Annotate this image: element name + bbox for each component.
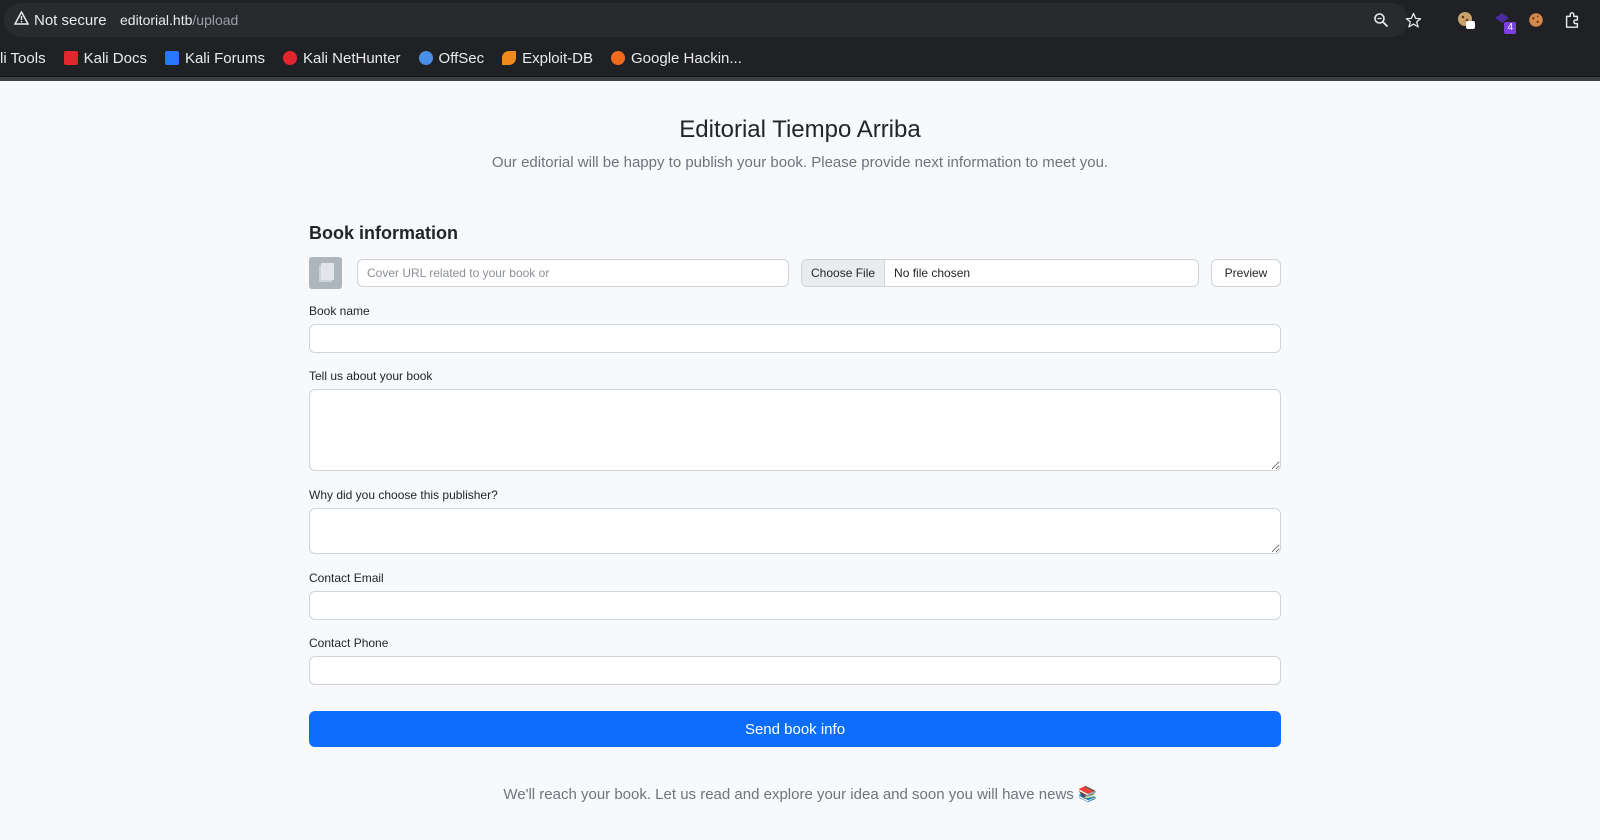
section-title: Book information — [309, 223, 458, 243]
email-label: Contact Email — [309, 571, 384, 585]
url-text[interactable]: editorial.htb/upload — [120, 10, 238, 30]
email-field[interactable] — [309, 591, 1281, 620]
bookmark-ghdb[interactable]: Google Hackin... — [610, 49, 742, 67]
bookmark-label: Kali Forums — [184, 49, 265, 67]
preview-button[interactable]: Preview — [1211, 259, 1281, 287]
cover-url-input[interactable] — [357, 259, 789, 287]
book-name-label: Book name — [309, 304, 370, 318]
about-textarea[interactable] — [309, 389, 1281, 471]
bookmark-kali-tools[interactable]: li Tools — [0, 50, 46, 67]
page-lead: Our editorial will be happy to publish y… — [491, 154, 1109, 171]
file-status: No file chosen — [894, 266, 971, 280]
bookmark-kali-docs[interactable]: Kali Docs — [63, 49, 147, 67]
cover-row: Choose File No file chosen Preview — [309, 257, 1281, 289]
book-form: Book information Choose File No file cho… — [309, 221, 1281, 747]
puzzle-extension-icon[interactable]: 4 — [1492, 10, 1516, 34]
url-host: editorial.htb — [120, 12, 193, 28]
phone-field[interactable] — [309, 656, 1281, 685]
choose-file-button[interactable]: Choose File — [802, 260, 886, 286]
bookmark-offsec[interactable]: OffSec — [418, 49, 485, 67]
security-label: Not secure — [34, 11, 107, 29]
about-label: Tell us about your book — [309, 369, 433, 383]
page-header: Editorial Tiempo Arriba Our editorial wi… — [0, 115, 1600, 173]
page-title: Editorial Tiempo Arriba — [679, 116, 921, 143]
why-publisher-label: Why did you choose this publisher? — [309, 488, 498, 502]
warning-icon — [13, 10, 30, 29]
bookmark-kali-nethunter[interactable]: Kali NetHunter — [282, 49, 401, 67]
ghdb-icon — [610, 51, 625, 65]
bookmarks-bar: li Tools Kali Docs Kali Forums Kali NetH… — [0, 40, 1600, 76]
book-name-input[interactable] — [309, 324, 1281, 353]
bookmark-label: Google Hackin... — [630, 49, 742, 67]
bookmark-label: li Tools — [0, 49, 46, 67]
browser-toolbar: Not secure editorial.htb/upload 4 — [0, 0, 1600, 40]
kali-docs-icon — [63, 51, 78, 65]
exploit-db-icon — [502, 51, 517, 65]
footer-note: We'll reach your book. Let us read and e… — [503, 786, 1097, 803]
extension-badge: 4 — [1504, 22, 1516, 34]
document-icon — [318, 263, 334, 282]
security-indicator[interactable]: Not secure — [13, 10, 107, 30]
why-publisher-textarea[interactable] — [309, 508, 1281, 554]
toolbar-divider — [0, 76, 1600, 81]
kali-forums-icon — [164, 51, 179, 65]
cover-file-input[interactable]: Choose File No file chosen — [801, 259, 1199, 287]
url-path: /upload — [192, 12, 239, 28]
cookie-editor-icon[interactable] — [1526, 10, 1546, 30]
kali-nethunter-icon — [282, 51, 297, 65]
cookie-extension-icon[interactable] — [1456, 10, 1476, 30]
bookmark-exploit-db[interactable]: Exploit-DB — [502, 50, 593, 67]
bookmark-kali-forums[interactable]: Kali Forums — [164, 49, 265, 67]
bookmark-label: Exploit-DB — [522, 49, 593, 67]
zoom-icon[interactable] — [1371, 10, 1391, 30]
offsec-icon — [418, 51, 433, 65]
extensions-icon[interactable] — [1562, 10, 1582, 30]
bookmark-star-icon[interactable] — [1403, 10, 1423, 30]
send-book-info-button[interactable]: Send book info — [309, 711, 1281, 747]
phone-label: Contact Phone — [309, 636, 389, 650]
bookmark-label: OffSec — [438, 49, 485, 67]
bookmark-label: Kali Docs — [83, 49, 147, 67]
cover-preview-image — [309, 257, 342, 289]
bookmark-label: Kali NetHunter — [302, 49, 401, 67]
